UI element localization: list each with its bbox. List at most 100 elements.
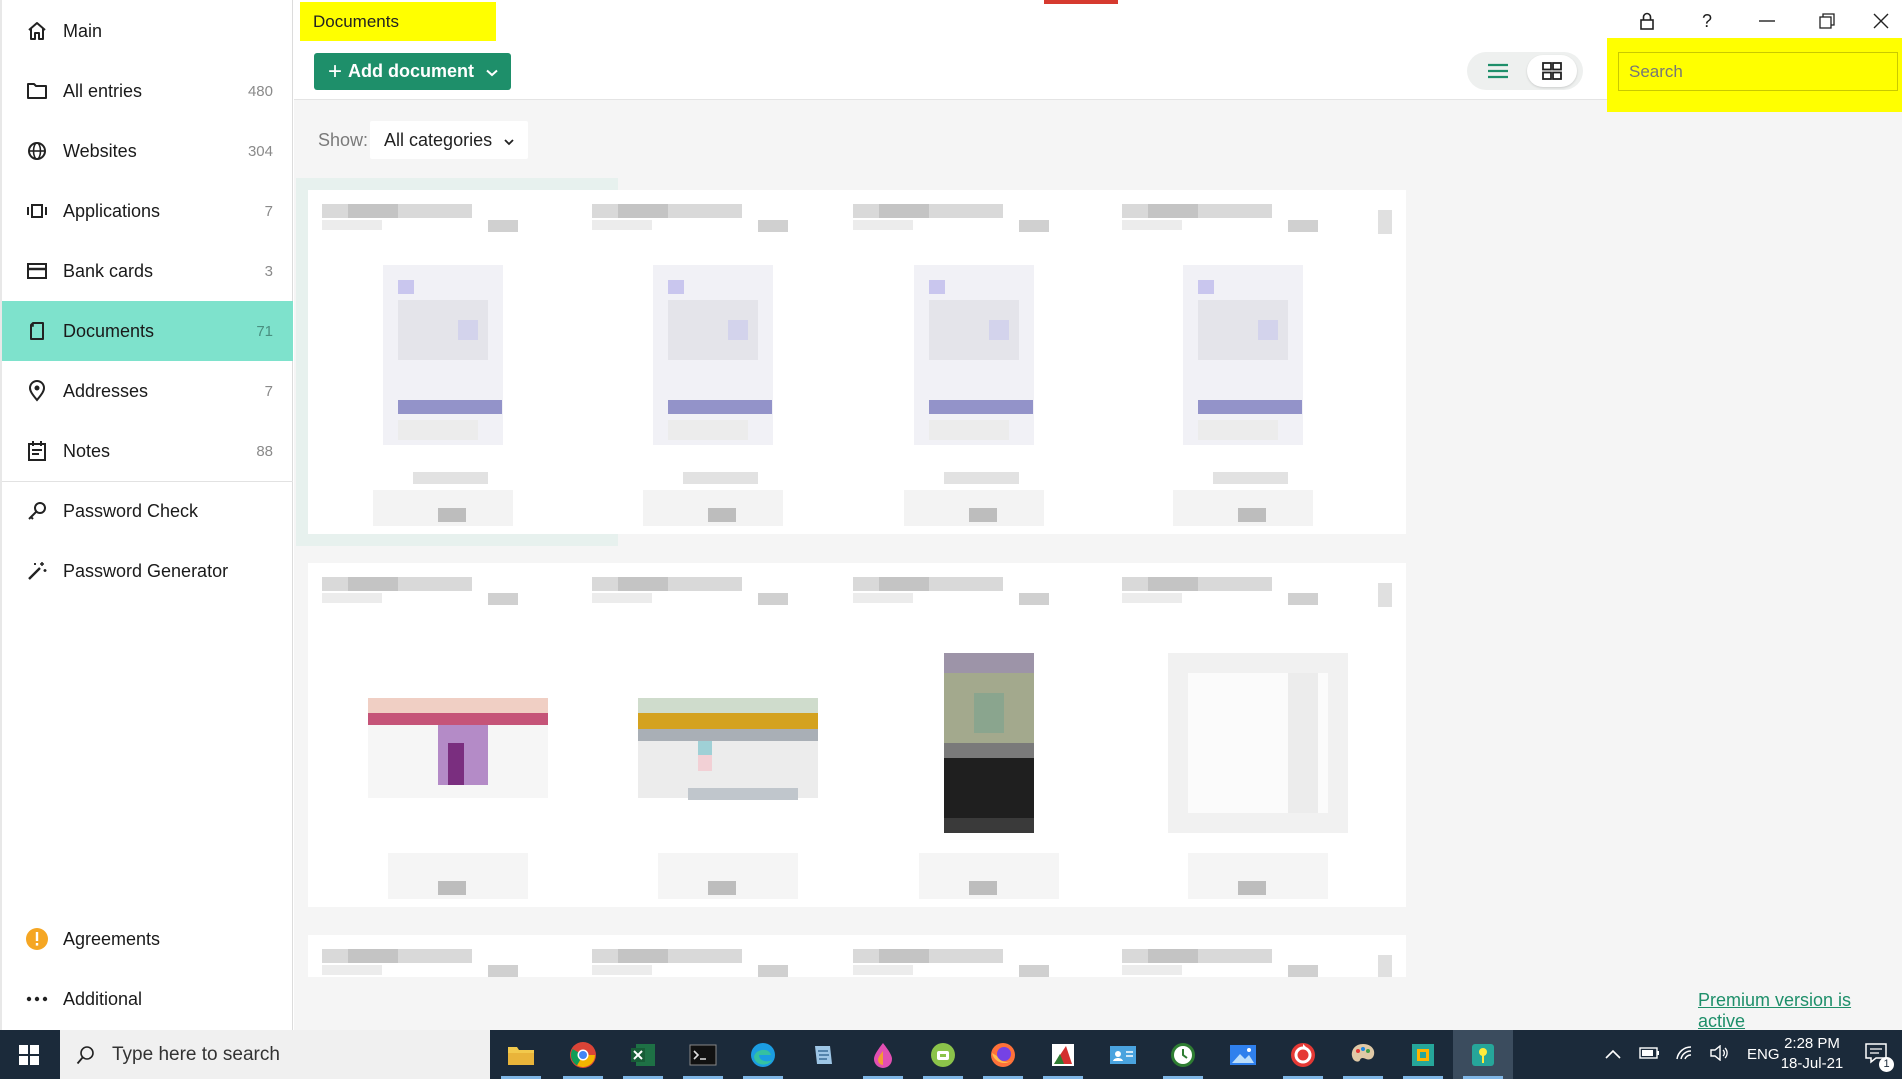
taskbar-contact-card[interactable]: [1093, 1030, 1153, 1079]
key-icon: [25, 499, 49, 523]
taskbar-excel[interactable]: [613, 1030, 673, 1079]
grid-view-button[interactable]: [1527, 55, 1577, 87]
system-tray: ENG: [1605, 1030, 1780, 1079]
taskbar-clock[interactable]: 2:28 PM 18-Jul-21: [1772, 1034, 1852, 1074]
sidebar-item-label: Additional: [63, 988, 143, 1009]
document-card[interactable]: [308, 935, 606, 977]
notification-center-button[interactable]: 1: [1864, 1030, 1894, 1079]
sidebar-item-additional[interactable]: Additional: [2, 970, 293, 1028]
blurred-content: [1198, 400, 1302, 414]
sidebar-item-documents[interactable]: Documents 71: [2, 301, 293, 361]
start-button[interactable]: [0, 1030, 58, 1079]
document-card[interactable]: [578, 563, 876, 907]
add-document-label: Add document: [348, 61, 475, 81]
chevron-up-icon[interactable]: [1605, 1046, 1621, 1063]
blurred-content: [944, 653, 1034, 673]
restore-button[interactable]: [1807, 6, 1847, 36]
taskbar-paint[interactable]: [1333, 1030, 1393, 1079]
search-input[interactable]: [1618, 52, 1898, 91]
document-card[interactable]: [839, 935, 1137, 977]
sidebar-item-notes[interactable]: Notes 88: [2, 422, 293, 480]
document-card[interactable]: [1108, 190, 1406, 534]
taskbar-edge[interactable]: [733, 1030, 793, 1079]
document-card[interactable]: [578, 190, 876, 534]
list-view-button[interactable]: [1473, 55, 1523, 87]
wifi-icon[interactable]: [1675, 1045, 1695, 1065]
sidebar-item-agreements[interactable]: Agreements: [2, 910, 293, 968]
taskbar-app-red[interactable]: [1033, 1030, 1093, 1079]
blurred-content: [1148, 949, 1198, 963]
taskbar-password-manager[interactable]: [1453, 1030, 1513, 1079]
close-icon: [1873, 13, 1889, 29]
sidebar-item-bank-cards[interactable]: Bank cards 3: [2, 242, 293, 300]
blurred-content: [1238, 881, 1266, 895]
blurred-content: [944, 758, 1034, 818]
clock-icon: [1171, 1042, 1195, 1067]
blurred-content: [1288, 673, 1318, 813]
blurred-content: [1122, 220, 1182, 230]
sidebar-item-label: Documents: [63, 320, 155, 341]
taskbar-terminal[interactable]: [673, 1030, 733, 1079]
document-card[interactable]: [308, 563, 606, 907]
document-card[interactable]: [1108, 563, 1406, 907]
close-button[interactable]: [1861, 6, 1901, 36]
taskbar-notepad[interactable]: [793, 1030, 853, 1079]
lock-button[interactable]: [1627, 6, 1667, 36]
taskbar-photos[interactable]: [1213, 1030, 1273, 1079]
document-card[interactable]: [1108, 935, 1406, 977]
chevron-down-icon: [504, 130, 514, 151]
sidebar-item-applications[interactable]: Applications 7: [2, 182, 293, 240]
blurred-content: [488, 593, 518, 605]
app-red-icon: [1052, 1043, 1074, 1066]
sidebar-item-addresses[interactable]: Addresses 7: [2, 362, 293, 420]
category-select[interactable]: All categories: [370, 121, 529, 159]
premium-status-link[interactable]: Premium version is active: [1698, 990, 1902, 1032]
minimize-button[interactable]: [1747, 6, 1787, 36]
recycle-app-icon: [1291, 1042, 1315, 1067]
app-grid-icon: [1412, 1043, 1434, 1066]
app-green-icon: [931, 1042, 955, 1067]
restore-icon: [1819, 13, 1835, 29]
taskbar-clock-app[interactable]: [1153, 1030, 1213, 1079]
window-indicator: [1044, 0, 1118, 4]
sidebar-item-password-generator[interactable]: Password Generator: [2, 542, 293, 600]
question-mark-icon: ?: [1701, 10, 1712, 31]
blurred-content: [398, 400, 502, 414]
taskbar-file-explorer[interactable]: [491, 1030, 551, 1079]
document-card[interactable]: [839, 190, 1137, 534]
chevron-down-icon: [486, 61, 498, 82]
minimize-icon: [1759, 20, 1775, 22]
add-document-button[interactable]: + Add document: [314, 53, 511, 90]
document-card[interactable]: [839, 563, 1137, 907]
volume-icon[interactable]: [1709, 1044, 1729, 1065]
document-card[interactable]: [308, 190, 606, 534]
terminal-icon: [689, 1044, 717, 1065]
chrome-icon: [570, 1041, 596, 1068]
blurred-content: [688, 788, 798, 800]
taskbar-search[interactable]: Type here to search: [60, 1030, 490, 1079]
sidebar-item-all-entries[interactable]: All entries 480: [2, 62, 293, 120]
taskbar-app-green[interactable]: [913, 1030, 973, 1079]
blurred-content: [618, 949, 668, 963]
grid-icon: [1542, 62, 1562, 80]
category-value: All categories: [384, 129, 493, 150]
sidebar-item-main[interactable]: Main: [2, 2, 293, 60]
document-card[interactable]: [578, 935, 876, 977]
warning-icon: [25, 927, 49, 951]
taskbar-paint-drop[interactable]: [853, 1030, 913, 1079]
blurred-content: [592, 220, 652, 230]
taskbar-firefox[interactable]: [973, 1030, 1033, 1079]
battery-icon[interactable]: [1639, 1046, 1661, 1064]
blurred-content: [1148, 204, 1198, 218]
sidebar-item-label: Websites: [63, 140, 137, 161]
sidebar-item-websites[interactable]: Websites 304: [2, 122, 293, 180]
notes-icon: [25, 439, 49, 463]
blurred-content: [879, 204, 929, 218]
sidebar-item-password-check[interactable]: Password Check: [2, 482, 293, 540]
taskbar-chrome[interactable]: [553, 1030, 613, 1079]
blurred-content: [638, 698, 818, 714]
taskbar-app-grid[interactable]: [1393, 1030, 1453, 1079]
blurred-content: [1378, 583, 1392, 607]
help-button[interactable]: ?: [1687, 6, 1727, 36]
taskbar-app-recycle[interactable]: [1273, 1030, 1333, 1079]
